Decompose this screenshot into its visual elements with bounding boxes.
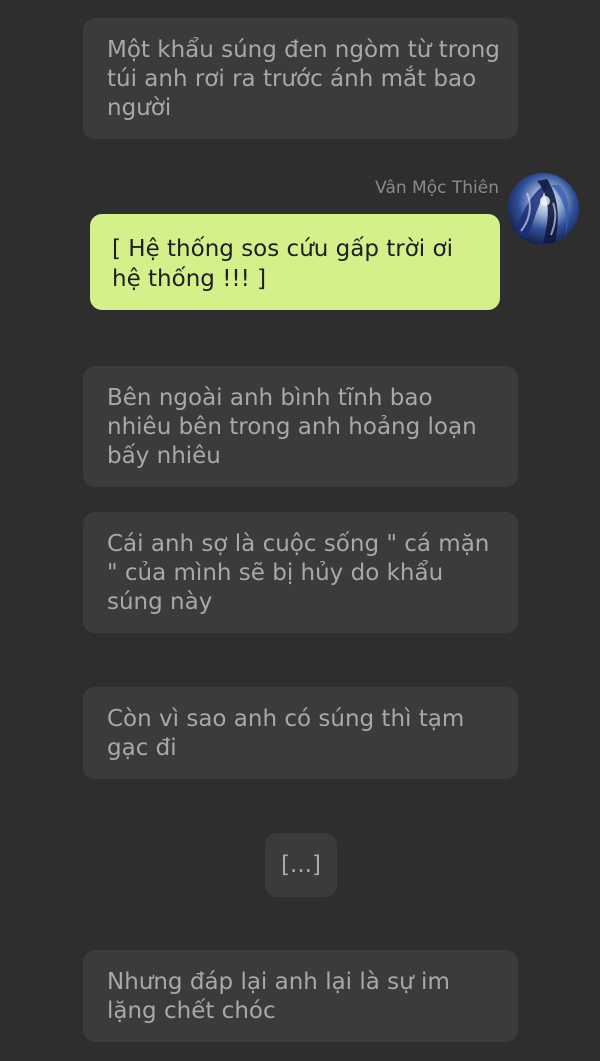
ellipsis-text: [...] <box>281 852 321 878</box>
narration-bubble: Nhưng đáp lại anh lại là sự im lặng chết… <box>83 950 518 1042</box>
narration-bubble: Một khẩu súng đen ngòm từ trong túi anh … <box>83 18 518 139</box>
narration-text: Còn vì sao anh có súng thì tạm gạc đi <box>107 706 465 761</box>
narration-bubble: Cái anh sợ là cuộc sống " cá mặn " của m… <box>83 512 518 633</box>
chat-screen: Một khẩu súng đen ngòm từ trong túi anh … <box>0 0 600 1061</box>
sender-name: Vân Mộc Thiên <box>375 178 499 198</box>
avatar[interactable] <box>507 173 579 245</box>
narration-text: Cái anh sợ là cuộc sống " cá mặn " của m… <box>107 531 490 615</box>
narration-text: Bên ngoài anh bình tĩnh bao nhiêu bên tr… <box>107 385 477 469</box>
ellipsis-bubble: [...] <box>265 833 337 897</box>
narration-bubble: Còn vì sao anh có súng thì tạm gạc đi <box>83 687 518 779</box>
narration-text: Một khẩu súng đen ngòm từ trong túi anh … <box>107 37 500 121</box>
speech-bubble: [ Hệ thống sos cứu gấp trời ơi hệ thống … <box>90 214 500 310</box>
avatar-image-icon <box>515 179 569 243</box>
narration-bubble: Bên ngoài anh bình tĩnh bao nhiêu bên tr… <box>83 366 518 487</box>
narration-text: Nhưng đáp lại anh lại là sự im lặng chết… <box>107 969 450 1024</box>
speech-text: [ Hệ thống sos cứu gấp trời ơi hệ thống … <box>112 236 453 292</box>
